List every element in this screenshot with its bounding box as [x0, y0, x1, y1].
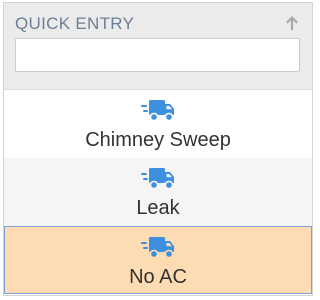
list-item-leak[interactable]: Leak: [4, 158, 312, 226]
truck-icon: [141, 237, 174, 259]
list-item-no-ac[interactable]: No AC: [4, 226, 312, 294]
truck-icon: [141, 168, 174, 190]
panel-title: QUICK ENTRY: [15, 14, 135, 33]
truck-icon: [141, 100, 174, 122]
quick-entry-panel: QUICK ENTRY Chimney Sweep Leak No AC: [3, 2, 313, 296]
list-item-label: Leak: [136, 197, 180, 219]
collapse-button[interactable]: [282, 13, 302, 33]
list-item-label: Chimney Sweep: [85, 129, 231, 151]
list-item-chimney-sweep[interactable]: Chimney Sweep: [4, 90, 312, 158]
quick-entry-header: QUICK ENTRY: [4, 3, 312, 90]
arrow-up-icon: [286, 16, 298, 30]
list-item-label: No AC: [129, 266, 187, 288]
quick-entry-list: Chimney Sweep Leak No AC: [4, 90, 312, 294]
quick-entry-search-input[interactable]: [15, 38, 300, 72]
